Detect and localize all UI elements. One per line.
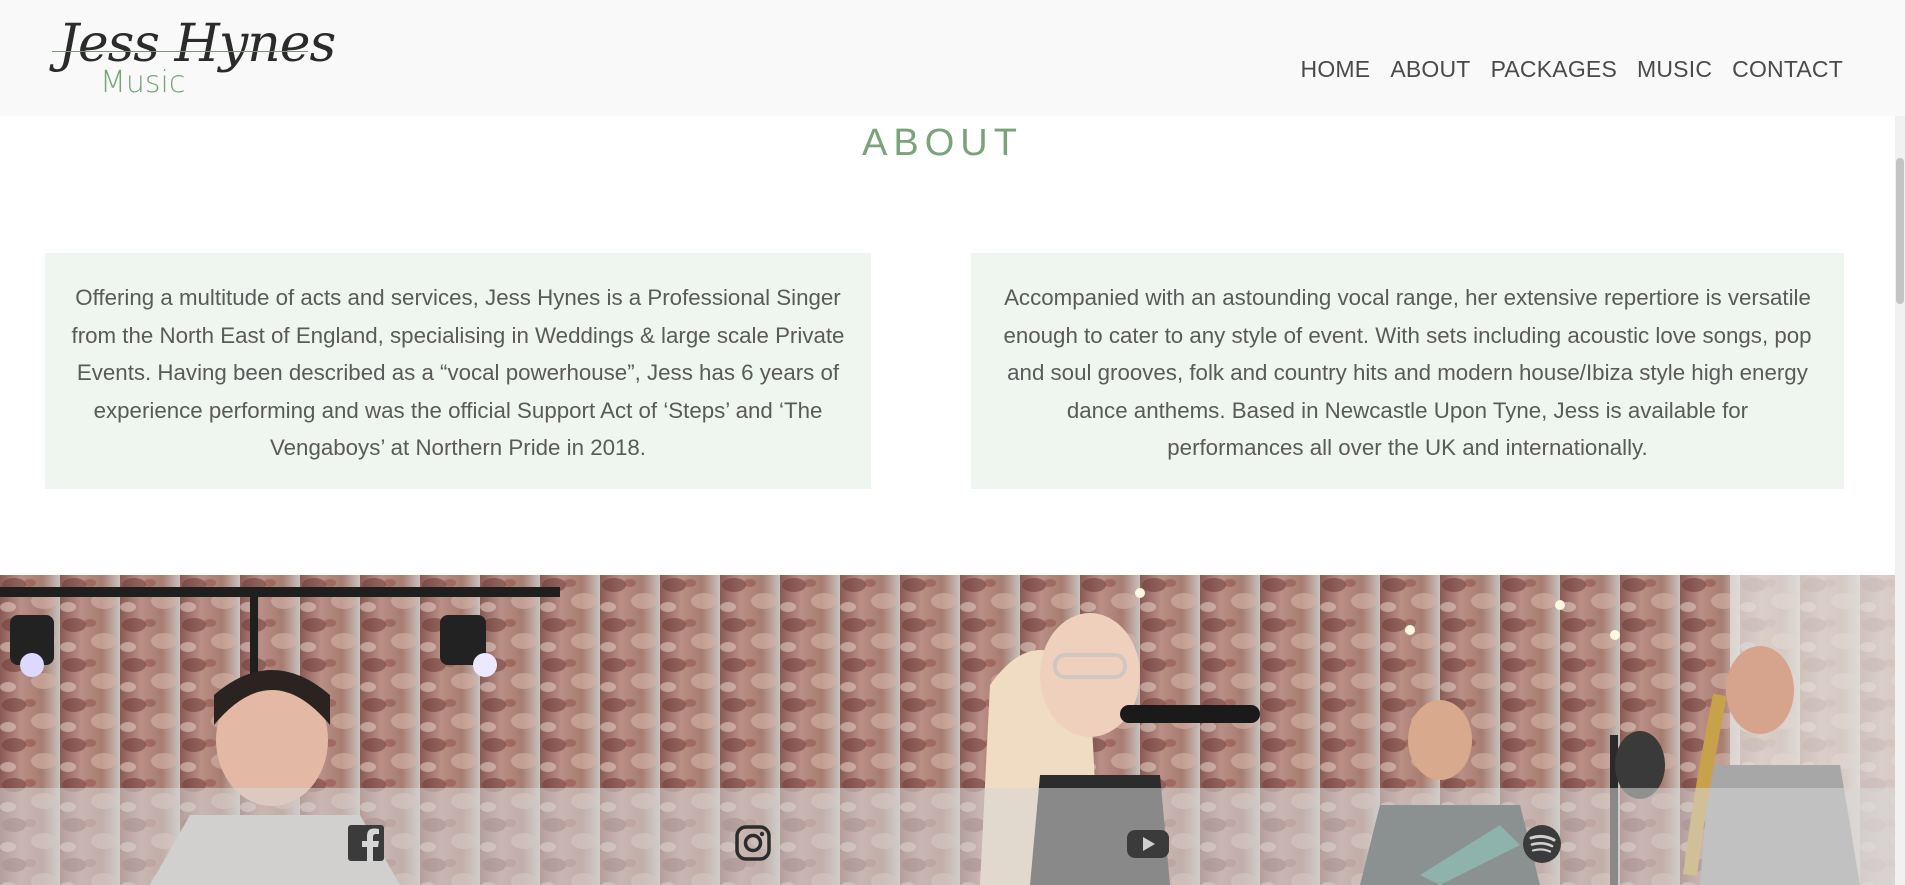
spotify-icon[interactable]: [1522, 824, 1562, 864]
facebook-icon[interactable]: [347, 824, 387, 864]
about-text-left: Offering a multitude of acts and service…: [71, 285, 845, 460]
social-bar: [0, 788, 1895, 885]
nav-music[interactable]: MUSIC: [1637, 56, 1712, 83]
logo-script-text: Jess Hynes: [58, 14, 336, 74]
main-nav: HOME ABOUT PACKAGES MUSIC CONTACT: [1301, 56, 1843, 83]
nav-packages[interactable]: PACKAGES: [1491, 56, 1617, 83]
about-card-right: Accompanied with an astounding vocal ran…: [971, 253, 1844, 489]
about-text-right: Accompanied with an astounding vocal ran…: [1003, 285, 1812, 460]
logo-divider: [52, 51, 308, 52]
nav-home[interactable]: HOME: [1301, 56, 1371, 83]
about-card-left: Offering a multitude of acts and service…: [45, 253, 871, 489]
nav-contact[interactable]: CONTACT: [1732, 56, 1843, 83]
nav-about[interactable]: ABOUT: [1390, 56, 1470, 83]
site-logo[interactable]: Jess Hynes Music: [52, 14, 336, 104]
youtube-icon[interactable]: [1126, 824, 1169, 864]
page-scrollbar-thumb[interactable]: [1896, 158, 1904, 304]
instagram-icon[interactable]: [734, 824, 774, 864]
about-heading: ABOUT: [862, 122, 1023, 164]
logo-subtext: Music: [100, 65, 186, 100]
site-header: Jess Hynes Music HOME ABOUT PACKAGES MUS…: [0, 0, 1905, 116]
